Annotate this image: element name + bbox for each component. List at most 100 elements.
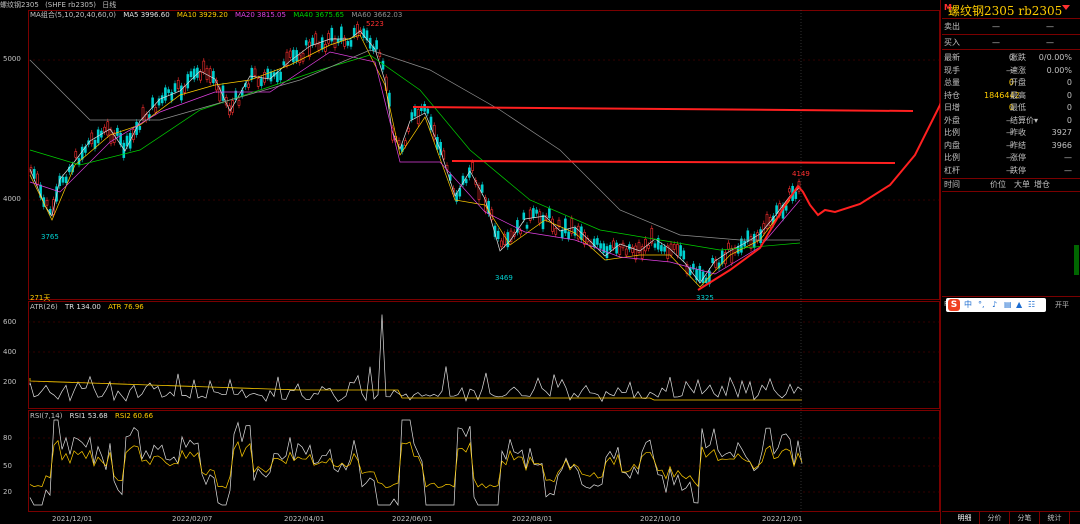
tab-stats[interactable]: 统计 <box>1040 512 1070 524</box>
price-candle <box>711 258 714 263</box>
price-candle <box>647 244 650 249</box>
price-candle <box>164 87 167 101</box>
quote-key: 外盘 <box>944 115 960 125</box>
price-candle <box>346 41 350 46</box>
quote-key[interactable]: 结算价▾ <box>1010 114 1038 127</box>
market-marker: M <box>944 3 952 12</box>
kline-chart[interactable] <box>0 0 940 524</box>
price-candle <box>304 40 308 46</box>
price-candle <box>90 132 94 145</box>
price-candle <box>612 240 615 249</box>
price-candle <box>538 211 542 224</box>
price-candle <box>106 121 110 136</box>
quote-row: 持仓 1846442 最高 0 <box>942 89 1078 102</box>
price-candle <box>573 227 577 236</box>
price-candle <box>292 49 295 63</box>
price-candle <box>208 68 212 83</box>
quote-title: 螺纹钢2305 rb2305 <box>948 4 1063 18</box>
detail-tabs: 明细 分价 分笔 统计 <box>950 512 1080 524</box>
ma10-line <box>29 34 791 288</box>
price-candle <box>317 43 321 51</box>
ime-punct-icon[interactable]: °, <box>978 300 985 310</box>
buy-qty: — <box>1046 38 1054 47</box>
tab-ticks[interactable]: 分笔 <box>1010 512 1040 524</box>
price-candle <box>125 135 129 147</box>
quote-key: 最高 <box>1010 90 1026 100</box>
price-candle <box>263 72 266 83</box>
price-candle <box>464 179 468 184</box>
price-candle <box>727 242 730 250</box>
ime-toolbar[interactable]: S 中 °, ♪ ▤ ▲ ☷ <box>946 298 1046 312</box>
price-candle <box>560 229 564 239</box>
price-candle <box>596 238 599 245</box>
ime-shirt-icon[interactable]: ▲ <box>1016 300 1022 310</box>
quote-value: 0 <box>1066 78 1072 87</box>
tick-price-header: 价位 <box>990 180 1006 189</box>
price-candle <box>320 37 324 50</box>
price-candle <box>752 233 756 248</box>
price-candle <box>199 71 202 81</box>
price-candle <box>528 209 532 221</box>
tick-change-header: 增仓 <box>1034 180 1050 189</box>
price-candle <box>615 242 618 254</box>
quote-row: 总量 0 开盘 0 <box>942 76 1078 89</box>
quote-key: 内盘 <box>944 140 960 150</box>
quote-key: 涨停 <box>1010 153 1026 162</box>
price-candle <box>522 212 526 220</box>
quote-key: 总量 <box>944 78 960 87</box>
ime-voice-icon[interactable]: ♪ <box>992 300 997 310</box>
quote-row: 外盘 — 结算价▾ 0 <box>942 114 1078 127</box>
quote-key: 速涨 <box>1010 65 1026 75</box>
price-candle <box>237 100 241 106</box>
quote-key: 昨结 <box>1010 140 1026 150</box>
sell-row: 卖出 — — <box>942 20 1078 33</box>
ime-logo-icon[interactable]: S <box>948 299 960 311</box>
price-candle <box>576 225 580 240</box>
price-candle <box>160 95 164 104</box>
price-candle <box>61 176 65 183</box>
price-candle <box>138 126 142 130</box>
price-candle <box>618 246 622 255</box>
price-candle <box>788 188 791 193</box>
price-candle <box>352 27 356 36</box>
price-candle <box>381 60 385 70</box>
ime-menu-icon[interactable]: ☷ <box>1028 300 1035 310</box>
price-candle <box>314 33 318 45</box>
price-candle <box>80 146 84 160</box>
price-candle <box>410 112 414 120</box>
scrollbar[interactable] <box>1074 245 1079 275</box>
price-candle <box>653 243 657 248</box>
price-candle <box>663 246 666 252</box>
price-candle <box>256 78 260 87</box>
price-candle <box>480 184 484 193</box>
dropdown-arrow-icon[interactable] <box>1062 5 1070 10</box>
ime-lang-toggle[interactable]: 中 <box>964 300 972 310</box>
price-candle <box>644 238 647 252</box>
quote-key: 涨跌 <box>1010 53 1026 62</box>
price-candle <box>532 208 535 218</box>
quote-row: 最新 0 涨跌 0/0.00% <box>942 51 1078 64</box>
price-candle <box>548 208 551 219</box>
tick-volume-header: 大单 <box>1014 180 1030 189</box>
price-candle <box>202 60 206 73</box>
quote-row: 内盘 — 昨结 3966 <box>942 139 1078 152</box>
tab-price-dist[interactable]: 分价 <box>980 512 1010 524</box>
price-candle <box>288 50 292 58</box>
price-candle <box>308 41 311 57</box>
price-candle <box>535 209 538 214</box>
quote-value: — <box>1064 165 1072 175</box>
quote-key: 持仓 <box>944 90 960 100</box>
buy-label: 买入 <box>944 38 960 47</box>
resistance-line-lower <box>451 160 896 164</box>
quote-key: 现手 <box>944 65 960 75</box>
price-candle <box>167 89 170 93</box>
price-candle <box>260 78 263 87</box>
ime-keyboard-icon[interactable]: ▤ <box>1004 300 1012 310</box>
buy-row: 买入 — — <box>942 36 1078 49</box>
price-candle <box>282 61 286 66</box>
price-candle <box>327 33 330 44</box>
high-label: 5223 <box>366 20 384 28</box>
tab-detail[interactable]: 明细 <box>950 512 980 524</box>
price-candle <box>253 68 257 76</box>
price-candle <box>567 231 570 239</box>
